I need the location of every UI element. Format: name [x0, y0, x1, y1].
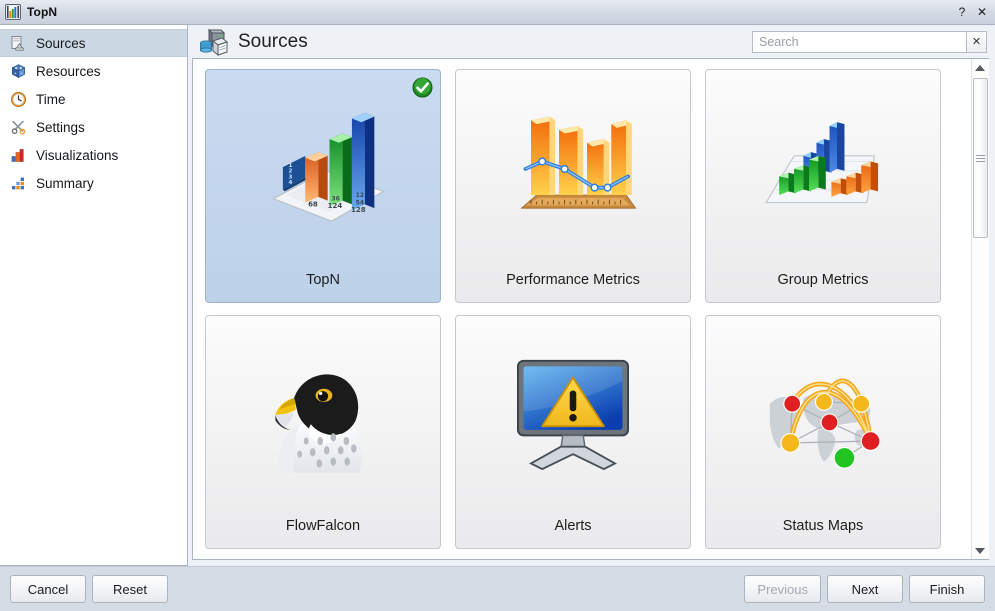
chevron-up-icon	[975, 64, 985, 71]
tile-label: Performance Metrics	[506, 272, 640, 288]
scrollbar-track[interactable]	[971, 76, 989, 542]
sources-header-icon	[198, 27, 229, 57]
footer-right-buttons: Previous Next Finish	[744, 575, 985, 603]
sidebar-item-label: Settings	[36, 119, 85, 135]
help-button[interactable]: ?	[953, 3, 971, 21]
tile-label: FlowFalcon	[285, 518, 361, 534]
clear-search-icon[interactable]: ✕	[967, 30, 987, 53]
sidebar-item-label: Time	[36, 91, 66, 107]
search-input[interactable]	[752, 30, 967, 53]
tile-alerts[interactable]: Alerts	[455, 315, 691, 549]
tile-flowfalcon[interactable]: FlowFalcon	[205, 315, 441, 549]
status-map-icon	[706, 316, 940, 504]
summary-blocks-icon	[10, 175, 27, 192]
scroll-down-button[interactable]	[971, 542, 989, 559]
selected-check-icon	[412, 77, 433, 98]
clock-icon	[10, 91, 27, 108]
svg-text:4: 4	[288, 180, 292, 186]
footer-left-buttons: Cancel Reset	[10, 575, 168, 603]
source-tiles-grid: 12 34 68 124 128 36 54 12 TopN Performan…	[205, 69, 961, 549]
grip-icon	[975, 153, 985, 164]
svg-text:54: 54	[356, 199, 364, 206]
finish-button[interactable]: Finish	[909, 575, 985, 603]
bar-chart-icon	[10, 147, 27, 164]
page-header: Sources ✕	[188, 25, 995, 58]
scrollbar-thumb[interactable]	[972, 78, 988, 238]
title-bar: TopN ? ✕	[0, 0, 995, 25]
sidebar-item-label: Resources	[36, 63, 101, 79]
performance-metrics-icon	[456, 70, 690, 258]
group-metrics-icon	[706, 70, 940, 258]
wizard-sidebar: Sources Resources Time Settings Visualiz…	[0, 25, 188, 566]
search-box: ✕	[752, 30, 987, 53]
svg-text:12: 12	[356, 192, 364, 199]
alert-monitor-icon	[456, 316, 690, 504]
tile-label: TopN	[306, 272, 340, 288]
tiles-scroll-area: 12 34 68 124 128 36 54 12 TopN Performan…	[193, 59, 971, 559]
sidebar-item-resources[interactable]: Resources	[0, 57, 187, 85]
sidebar-list: Sources Resources Time Settings Visualiz…	[0, 25, 187, 197]
tile-topn[interactable]: 12 34 68 124 128 36 54 12 TopN	[205, 69, 441, 303]
tile-label: Alerts	[554, 518, 592, 534]
sidebar-item-summary[interactable]: Summary	[0, 169, 187, 197]
svg-text:36: 36	[331, 196, 339, 203]
sidebar-item-settings[interactable]: Settings	[0, 113, 187, 141]
reset-button[interactable]: Reset	[92, 575, 168, 603]
close-button[interactable]: ✕	[973, 3, 991, 21]
falcon-icon	[206, 316, 440, 504]
sidebar-item-label: Visualizations	[36, 147, 119, 163]
tile-label: Status Maps	[782, 518, 864, 534]
window-controls: ? ✕	[953, 3, 991, 21]
resources-icon	[10, 63, 27, 80]
svg-text:128: 128	[351, 206, 366, 214]
svg-text:124: 124	[328, 202, 343, 210]
next-button[interactable]: Next	[827, 575, 903, 603]
tile-label: Group Metrics	[777, 272, 869, 288]
wizard-footer: Cancel Reset Previous Next Finish	[0, 566, 995, 611]
sidebar-item-sources[interactable]: Sources	[0, 29, 187, 57]
page-title: Sources	[238, 30, 308, 52]
sidebar-item-time[interactable]: Time	[0, 85, 187, 113]
window-title: TopN	[27, 5, 58, 19]
topn-wizard-window: TopN ? ✕ Sources Resources Time Settings…	[0, 0, 995, 611]
bar-chart-icon	[5, 4, 21, 20]
sources-content-panel: 12 34 68 124 128 36 54 12 TopN Performan…	[192, 58, 989, 560]
sidebar-item-visualizations[interactable]: Visualizations	[0, 141, 187, 169]
tile-status-maps[interactable]: Status Maps	[705, 315, 941, 549]
sources-icon	[10, 35, 27, 52]
window-body: Sources Resources Time Settings Visualiz…	[0, 25, 995, 566]
scroll-up-button[interactable]	[971, 59, 989, 76]
sidebar-item-label: Sources	[36, 35, 86, 51]
sidebar-item-label: Summary	[36, 175, 94, 191]
scissors-icon	[10, 119, 27, 136]
vertical-scrollbar[interactable]	[971, 59, 989, 559]
cancel-button[interactable]: Cancel	[10, 575, 86, 603]
tile-group-metrics[interactable]: Group Metrics	[705, 69, 941, 303]
wizard-right-panel: Sources ✕	[188, 25, 995, 566]
svg-text:68: 68	[308, 200, 318, 208]
topn-chart-icon: 12 34 68 124 128 36 54 12	[206, 70, 440, 258]
previous-button[interactable]: Previous	[744, 575, 821, 603]
chevron-down-icon	[975, 547, 985, 554]
tile-performance-metrics[interactable]: Performance Metrics	[455, 69, 691, 303]
